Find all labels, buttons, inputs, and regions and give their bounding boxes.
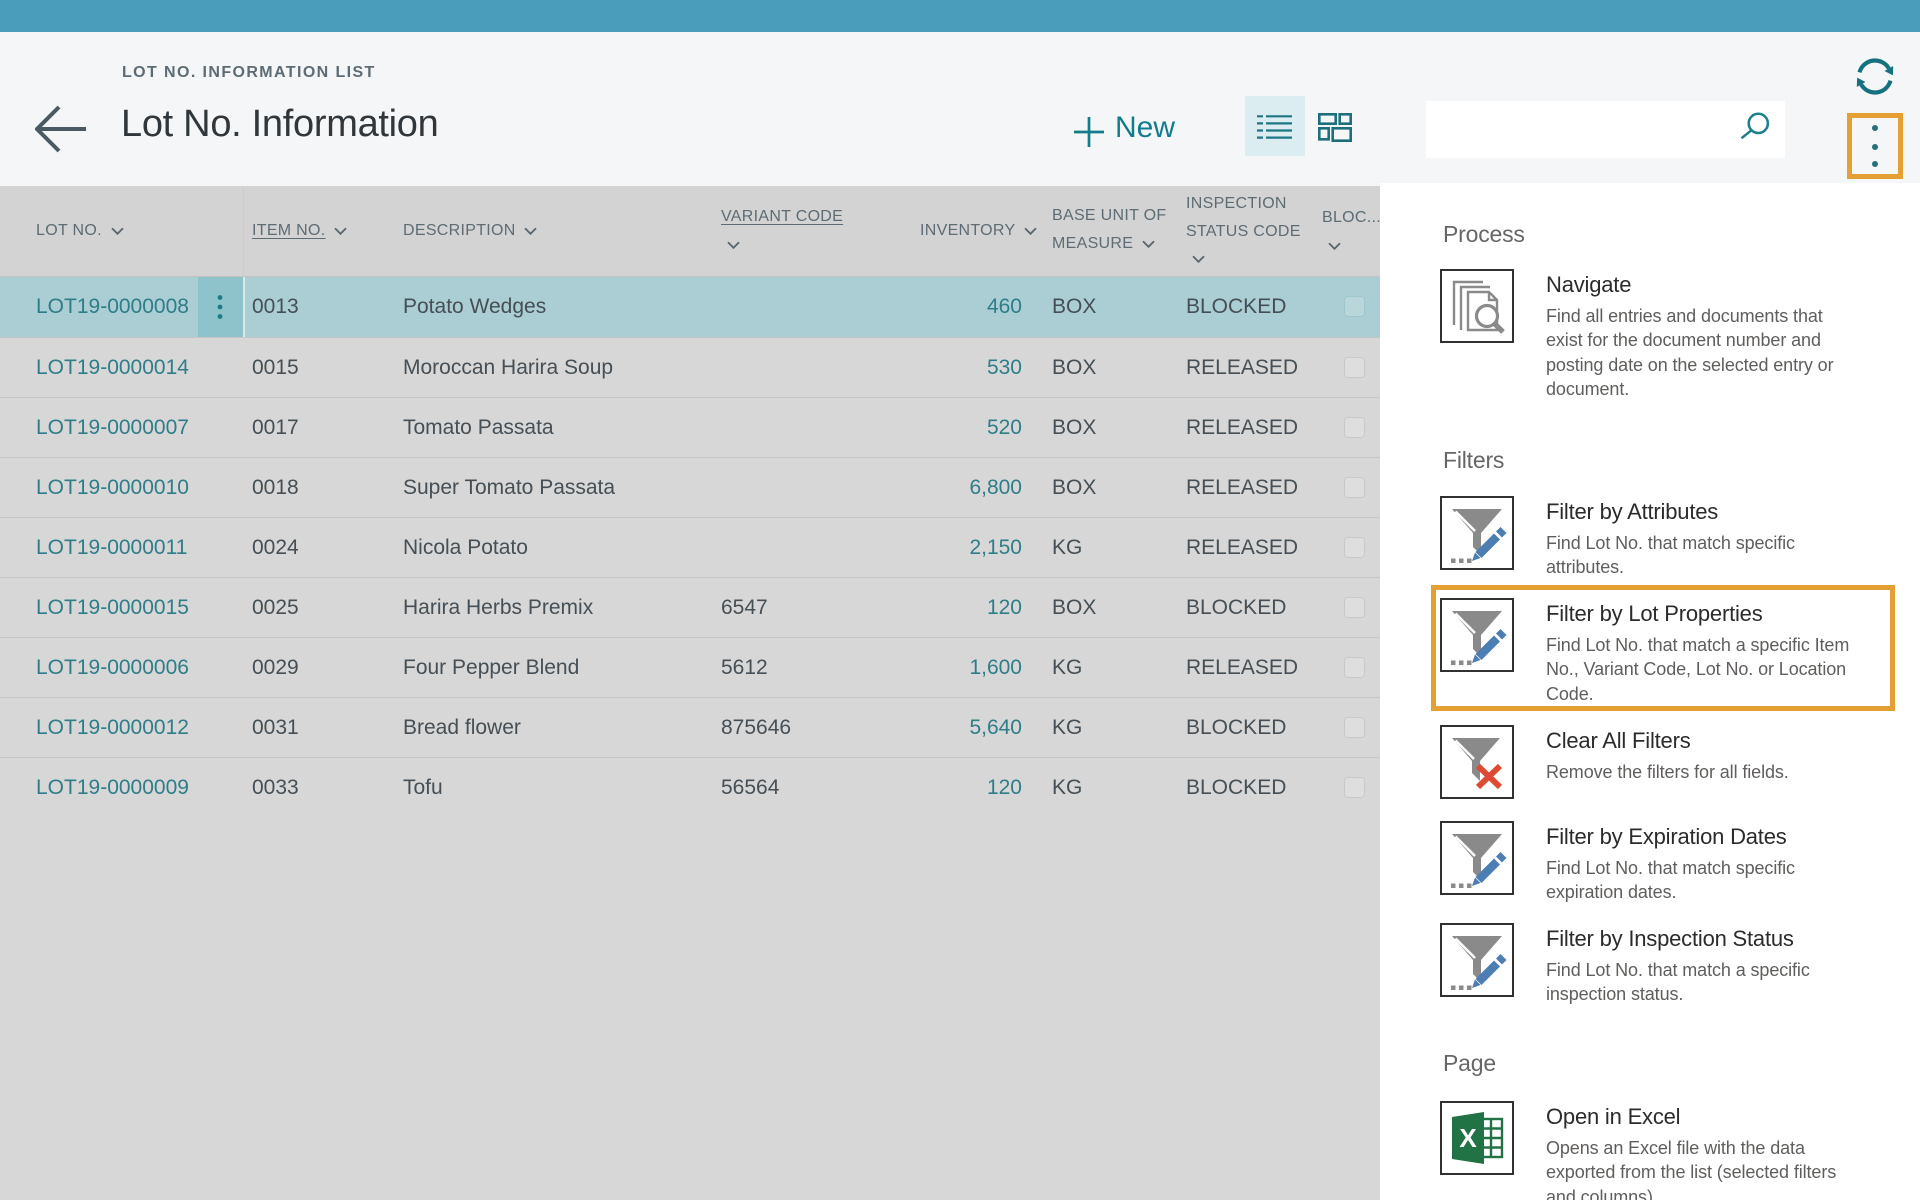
svg-text:X: X <box>1459 1123 1477 1153</box>
